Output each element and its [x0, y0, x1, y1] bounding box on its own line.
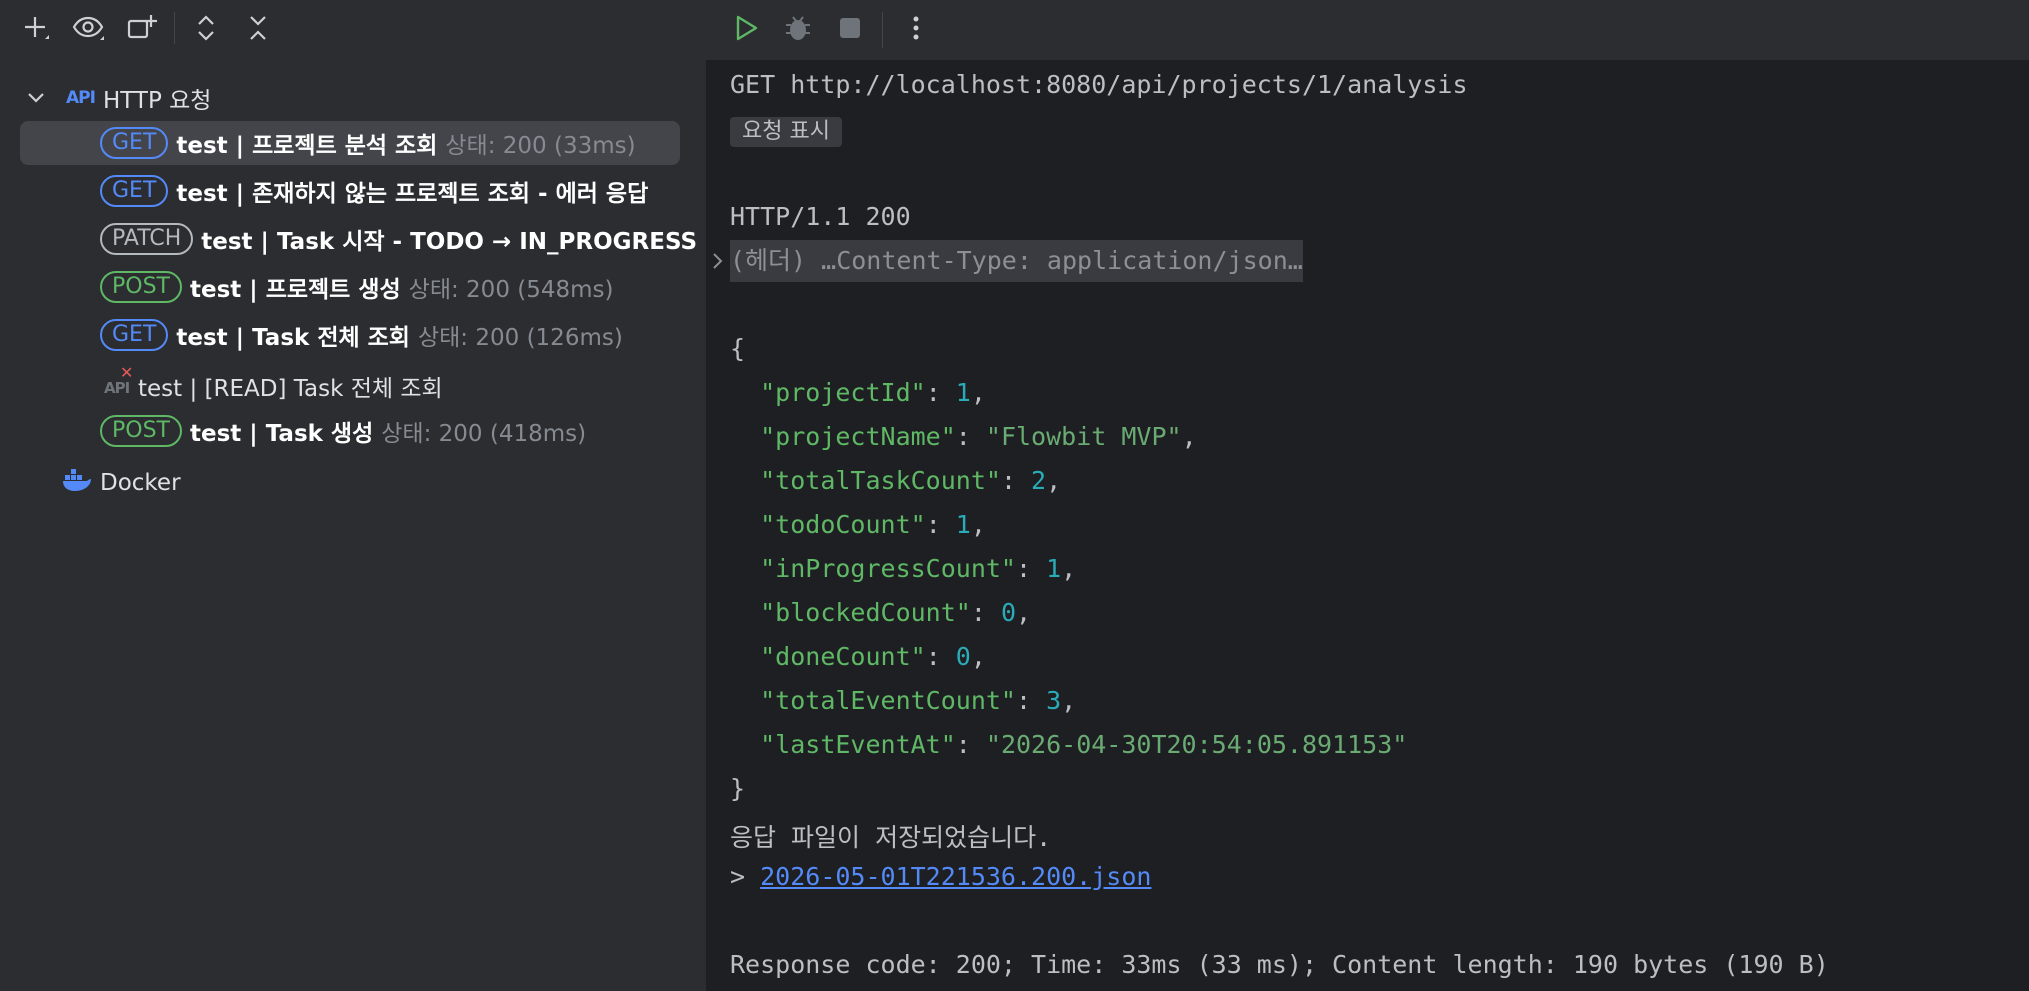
request-name: test | Task 생성 [190, 421, 374, 447]
response-panel: GET http://localhost:8080/api/projects/1… [706, 0, 2029, 991]
plus-icon[interactable] [18, 10, 54, 46]
json-open-brace: { [730, 334, 746, 363]
request-status: 상태: 200 (126ms) [417, 325, 623, 351]
stop-icon[interactable] [830, 10, 870, 46]
json-key: "projectId" [760, 378, 926, 407]
method-badge: GET [100, 319, 169, 351]
json-field-line: "blockedCount": 0, [760, 598, 1032, 627]
collapse-all-icon[interactable] [240, 10, 276, 46]
tree-group-label: HTTP 요청 [102, 88, 212, 114]
docker-icon [62, 467, 92, 499]
json-comma: , [1046, 466, 1062, 495]
left-toolbar [0, 0, 706, 56]
tree-group-label: Docker [100, 470, 181, 496]
tree-request-item[interactable]: API ✕ test | [READ] Task 전체 조회 [20, 363, 443, 408]
tree-request-item[interactable]: GET test | 존재하지 않는 프로젝트 조회 - 에러 응답 [20, 169, 706, 213]
json-comma: , [970, 378, 986, 407]
json-field-line: "todoCount": 1, [760, 510, 986, 539]
debug-icon[interactable] [778, 10, 818, 46]
tree-request-item[interactable]: GET test | Task 전체 조회 상태: 200 (126ms) [20, 313, 623, 357]
json-comma: , [1061, 686, 1077, 715]
expand-all-icon[interactable] [188, 10, 224, 46]
api-icon: API [66, 88, 96, 108]
json-comma: , [1061, 554, 1077, 583]
request-name: test | [READ] Task 전체 조회 [138, 376, 443, 402]
json-key: "todoCount" [760, 510, 926, 539]
json-key: "doneCount" [760, 642, 926, 671]
request-line: GET http://localhost:8080/api/projects/1… [730, 70, 1468, 99]
request-name: test | 프로젝트 생성 [190, 277, 401, 303]
json-field-line: "totalTaskCount": 2, [760, 466, 1062, 495]
request-name: test | 프로젝트 분석 조회 [176, 133, 438, 159]
json-comma: , [970, 510, 986, 539]
json-field-line: "doneCount": 0, [760, 642, 986, 671]
json-field-line: "projectName": "Flowbit MVP", [760, 422, 1197, 451]
saved-file-link[interactable]: 2026-05-01T221536.200.json [760, 862, 1151, 891]
headers-folded[interactable]: (헤더) …Content-Type: application/json… [730, 240, 1303, 282]
method-badge: GET [100, 127, 169, 159]
json-field-line: "totalEventCount": 3, [760, 686, 1077, 715]
saved-prefix: > [730, 862, 761, 891]
run-icon[interactable] [726, 10, 766, 46]
services-tree-panel: API HTTP 요청 GET test | 프로젝트 분석 조회 상태: 20… [0, 0, 706, 991]
request-name: test | Task 전체 조회 [176, 325, 410, 351]
request-status: 상태: 200 (548ms) [408, 277, 614, 303]
json-value: 2 [1031, 466, 1047, 495]
json-value: 0 [955, 642, 971, 671]
request-status: 상태: 200 (418ms) [381, 421, 587, 447]
show-request-chip[interactable]: 요청 표시 [730, 117, 842, 147]
json-key: "inProgressCount" [760, 554, 1016, 583]
json-close-brace: } [730, 774, 746, 803]
json-value: 1 [1046, 554, 1062, 583]
request-status: 상태: 200 (33ms) [445, 133, 636, 159]
json-key: "lastEventAt" [760, 730, 956, 759]
saved-file-line: > 2026-05-01T221536.200.json [730, 862, 1151, 891]
tree-request-item[interactable]: PATCH test | Task 시작 - TODO → IN_PROGRES… [20, 217, 706, 261]
json-field-line: "lastEventAt": "2026-04-30T20:54:05.8911… [760, 730, 1408, 759]
tree-request-item[interactable]: POST test | 프로젝트 생성 상태: 200 (548ms) [20, 265, 614, 309]
json-value: 1 [955, 510, 971, 539]
json-field-line: "inProgressCount": 1, [760, 554, 1077, 583]
method-badge: POST [100, 415, 182, 447]
json-value: "2026-04-30T20:54:05.891153" [985, 730, 1408, 759]
request-name: test | 존재하지 않는 프로젝트 조회 - 에러 응답 [176, 181, 649, 207]
tree-request-item[interactable]: GET test | 프로젝트 분석 조회 상태: 200 (33ms) [20, 121, 680, 165]
api-error-icon: API ✕ [104, 363, 134, 397]
tree-group-http[interactable]: API HTTP 요청 [26, 76, 211, 120]
json-key: "totalTaskCount" [760, 466, 1001, 495]
tree-group-docker[interactable]: Docker [62, 461, 181, 505]
response-summary: Response code: 200; Time: 33ms (33 ms); … [730, 950, 1829, 979]
json-value: "Flowbit MVP" [985, 422, 1182, 451]
json-value: 0 [1000, 598, 1016, 627]
method-badge: POST [100, 271, 182, 303]
method-badge: PATCH [100, 223, 194, 255]
saved-message: 응답 파일이 저장되었습니다. [730, 823, 1052, 852]
json-key: "totalEventCount" [760, 686, 1016, 715]
json-value: 3 [1046, 686, 1062, 715]
json-comma: , [970, 642, 986, 671]
eye-icon[interactable] [70, 10, 106, 46]
more-options-icon[interactable] [896, 10, 936, 46]
method-badge: GET [100, 175, 169, 207]
json-value: 1 [955, 378, 971, 407]
json-comma: , [1016, 598, 1032, 627]
json-key: "projectName" [760, 422, 956, 451]
json-key: "blockedCount" [760, 598, 971, 627]
status-line: HTTP/1.1 200 [730, 202, 911, 231]
json-field-line: "projectId": 1, [760, 378, 986, 407]
tree-request-item[interactable]: POST test | Task 생성 상태: 200 (418ms) [20, 409, 586, 453]
chevron-right-icon[interactable] [710, 250, 724, 276]
json-comma: , [1181, 422, 1197, 451]
new-window-icon[interactable] [124, 10, 160, 46]
run-toolbar [706, 0, 2029, 60]
request-name: test | Task 시작 - TODO → IN_PROGRESS [201, 229, 698, 255]
chevron-down-icon[interactable] [26, 85, 52, 111]
